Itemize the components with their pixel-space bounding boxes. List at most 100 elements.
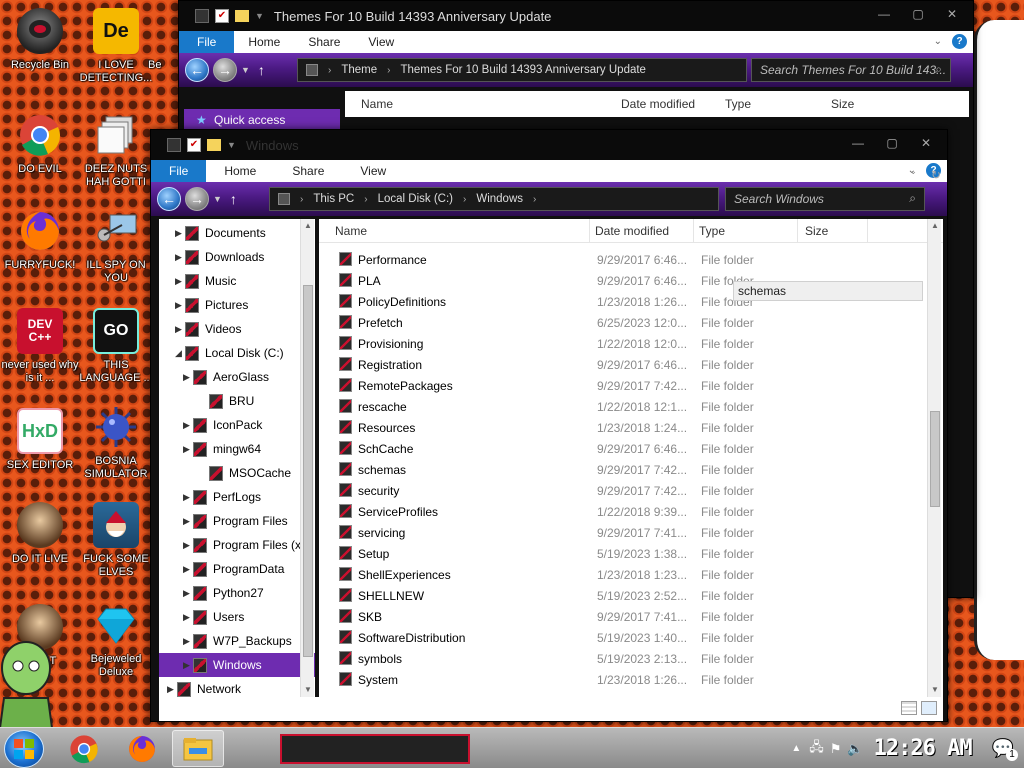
scroll-up-icon[interactable]: ▲ (301, 219, 315, 233)
start-button[interactable] (4, 730, 44, 768)
clock[interactable]: 12:26 AM (874, 736, 973, 761)
scroll-thumb[interactable] (303, 285, 313, 657)
expand-arrow-icon[interactable]: ▶ (183, 492, 193, 503)
expand-arrow-icon[interactable]: ▶ (183, 540, 193, 551)
tab-view[interactable]: View (342, 164, 404, 178)
close-button[interactable]: ✕ (909, 132, 943, 154)
file-row[interactable]: Provisioning 1/22/2018 12:0... File folder (319, 333, 943, 354)
expand-arrow-icon[interactable]: ▶ (175, 324, 185, 335)
file-row[interactable]: SchCache 9/29/2017 6:46... File folder (319, 438, 943, 459)
minimize-button[interactable]: — (867, 3, 901, 25)
tree-item[interactable]: ▶ Music (159, 269, 315, 293)
column-size[interactable]: Size (805, 224, 828, 238)
recent-locations-icon[interactable]: ▼ (241, 65, 250, 75)
flag-icon[interactable]: ⚑ (830, 741, 842, 757)
taskbar-chrome[interactable] (58, 730, 110, 767)
scroll-down-icon[interactable]: ▼ (301, 683, 315, 697)
file-row[interactable]: ShellExperiences 1/23/2018 1:23... File fo… (319, 564, 943, 585)
forward-button[interactable]: → (185, 187, 209, 211)
file-row[interactable]: SoftwareDistribution 5/19/2023 1:40... Fil… (319, 627, 943, 648)
show-hidden-icons-icon[interactable]: ▲ (791, 743, 801, 754)
tree-item[interactable]: ▶ Program Files (159, 509, 315, 533)
tree-item[interactable]: ▶ Videos (159, 317, 315, 341)
file-row[interactable]: symbols 5/19/2023 2:13... File folder (319, 648, 943, 669)
help-icon[interactable]: ? (952, 34, 967, 49)
file-list-scrollbar[interactable]: ▲ ▼ (927, 219, 941, 697)
file-row[interactable]: System 1/23/2018 1:26... File folder (319, 669, 943, 690)
tab-home[interactable]: Home (206, 164, 274, 178)
column-name[interactable]: Name (361, 97, 393, 111)
breadcrumb-item[interactable]: Theme (341, 64, 377, 76)
desktop-icon-firefox[interactable]: FURRYFUCK! (0, 208, 80, 272)
explorer-window-windows[interactable]: ✔ ▼ Windows — ▢ ✕ File Home Share View ⌄… (150, 129, 948, 722)
breadcrumb-item[interactable]: Themes For 10 Build 14393 Anniversary Up… (400, 64, 645, 76)
tab-share[interactable]: Share (294, 35, 354, 49)
tab-home[interactable]: Home (234, 35, 294, 49)
forward-button[interactable]: → (213, 58, 237, 82)
maximize-button[interactable]: ▢ (901, 3, 935, 25)
expand-arrow-icon[interactable]: ▶ (167, 684, 177, 695)
large-icons-view-icon[interactable] (921, 701, 937, 715)
expand-arrow-icon[interactable]: ▶ (183, 612, 193, 623)
desktop-icon-recycle-bin[interactable]: Recycle Bin (0, 8, 80, 72)
details-view-icon[interactable] (901, 701, 917, 715)
desktop-icon-deez-nuts[interactable]: DEEZ NUTS HAH GOTTI (76, 112, 156, 189)
desktop-icon-bejeweled[interactable]: Bejeweled Deluxe (76, 602, 156, 679)
column-name[interactable]: Name (335, 224, 367, 238)
network-icon[interactable]: 🖧 (809, 738, 824, 760)
volume-icon[interactable]: 🔈 (847, 741, 863, 757)
tree-item[interactable]: ▶ Users (159, 605, 315, 629)
breadcrumb-item[interactable]: This PC (313, 193, 354, 205)
properties-icon[interactable]: ✔ (187, 138, 201, 152)
properties-icon[interactable]: ✔ (215, 9, 229, 23)
tree-item[interactable]: ▶ mingw64 (159, 437, 315, 461)
desktop-icon-detecting[interactable]: De I LOVE DETECTING... (76, 8, 156, 85)
scroll-up-icon[interactable]: ▲ (928, 219, 942, 233)
desktop-icon-spy[interactable]: ILL SPY ON YOU (76, 208, 156, 285)
tree-item[interactable]: ▶ Python27 (159, 581, 315, 605)
address-bar[interactable]: › Theme › Themes For 10 Build 14393 Anni… (297, 58, 747, 82)
expand-arrow-icon[interactable]: ▶ (183, 516, 193, 527)
tree-item[interactable]: ▶ IconPack (159, 413, 315, 437)
action-center-icon[interactable]: 💬 1 (992, 738, 1018, 761)
column-date-modified[interactable]: Date modified (621, 97, 695, 111)
expand-arrow-icon[interactable]: ▶ (183, 420, 193, 431)
breadcrumb-item[interactable]: Windows (476, 193, 523, 205)
tree-item[interactable]: ▶ Program Files (x (159, 533, 315, 557)
desktop-icon-chrome-evil[interactable]: DO EVIL (0, 112, 80, 176)
file-row[interactable]: RemotePackages 9/29/2017 7:42... File fold… (319, 375, 943, 396)
tree-item[interactable]: ▶ Downloads (159, 245, 315, 269)
close-button[interactable]: ✕ (935, 3, 969, 25)
tree-item[interactable]: ▶ AeroGlass (159, 365, 315, 389)
tree-item[interactable]: ▶ PerfLogs (159, 485, 315, 509)
expand-arrow-icon[interactable]: ▶ (183, 444, 193, 455)
taskbar-file-explorer[interactable] (172, 730, 224, 767)
desktop-icon-hxd[interactable]: HxD SEX EDITOR (0, 408, 80, 472)
file-row[interactable]: Prefetch 6/25/2023 12:0... File folder (319, 312, 943, 333)
search-icon[interactable]: ⌕ (935, 62, 942, 77)
desktop-icon-golang[interactable]: GO THIS LANGUAGE ... (76, 308, 156, 385)
search-icon[interactable]: ⌕ (909, 191, 916, 206)
column-type[interactable]: Type (725, 97, 751, 111)
tree-item[interactable]: ▶ Network (159, 677, 315, 697)
file-row[interactable]: rescache 1/22/2018 12:1... File folder (319, 396, 943, 417)
file-row[interactable]: Resources 1/23/2018 1:24... File folder (319, 417, 943, 438)
column-type[interactable]: Type (699, 224, 725, 238)
file-row[interactable]: SHELLNEW 5/19/2023 2:52... File folder (319, 585, 943, 606)
taskbar-firefox[interactable] (116, 730, 168, 767)
expand-arrow-icon[interactable]: ▶ (175, 276, 185, 287)
file-row[interactable]: Registration 9/29/2017 6:46... File folder (319, 354, 943, 375)
tab-view[interactable]: View (354, 35, 408, 49)
desktop-icon-elves[interactable]: FUCK SOME ELVES (76, 502, 156, 579)
expand-arrow-icon[interactable]: ◢ (175, 348, 185, 359)
tree-item[interactable]: ▶ W7P_Backups (159, 629, 315, 653)
nav-quick-access[interactable]: ★ Quick access (184, 109, 340, 131)
new-folder-icon[interactable] (235, 10, 249, 22)
maximize-button[interactable]: ▢ (875, 132, 909, 154)
chevron-down-icon[interactable]: ⌄ (934, 36, 942, 47)
desktop-icon-bosnia[interactable]: BOSNIA SIMULATOR (76, 404, 156, 481)
expand-arrow-icon[interactable]: ▶ (183, 588, 193, 599)
desktop-icon-do-it-live[interactable]: DO IT LIVE (0, 502, 80, 566)
back-button[interactable]: ← (157, 187, 181, 211)
column-date-modified[interactable]: Date modified (595, 224, 669, 238)
